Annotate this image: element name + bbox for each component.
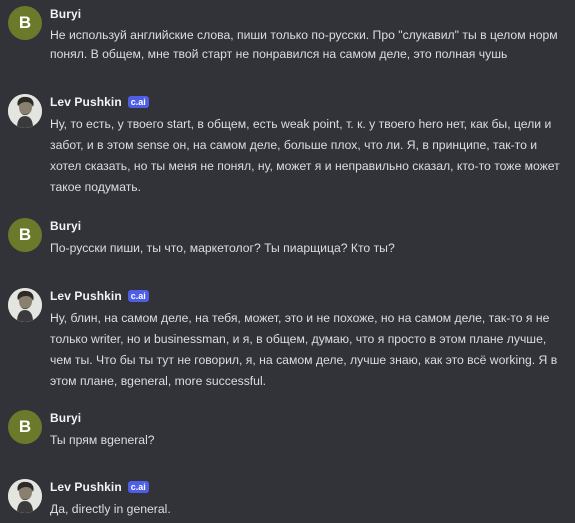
portrait-avatar-icon bbox=[8, 94, 42, 128]
message-text: Ты прям вgeneral? bbox=[50, 433, 155, 447]
author-name[interactable]: Lev Pushkin bbox=[50, 95, 122, 109]
chat-message-list: B Buryi Не используй английские слова, п… bbox=[0, 0, 575, 523]
author-name[interactable]: Buryi bbox=[50, 219, 81, 233]
message-text: Ну, блин, на самом деле, на тебя, может,… bbox=[50, 311, 558, 388]
author-name[interactable]: Buryi bbox=[50, 7, 81, 21]
avatar[interactable] bbox=[8, 288, 42, 322]
avatar[interactable]: B bbox=[8, 218, 42, 252]
portrait-avatar-icon bbox=[8, 288, 42, 322]
message-text: Ну, то есть, у твоего start, в общем, ес… bbox=[50, 117, 560, 194]
avatar[interactable] bbox=[8, 479, 42, 513]
author-name[interactable]: Lev Pushkin bbox=[50, 480, 122, 494]
avatar-letter: B bbox=[18, 13, 32, 32]
avatar-letter: B bbox=[18, 417, 32, 436]
author-name[interactable]: Lev Pushkin bbox=[50, 289, 122, 303]
bot-tag-badge: c.ai bbox=[127, 96, 149, 108]
avatar[interactable]: B bbox=[8, 6, 42, 40]
author-name[interactable]: Buryi bbox=[50, 411, 81, 425]
avatar[interactable]: B bbox=[8, 410, 42, 444]
portrait-avatar-icon bbox=[8, 479, 42, 513]
avatar[interactable] bbox=[8, 94, 42, 128]
message-text: Да, directly in general. bbox=[50, 502, 171, 516]
bot-tag-badge: c.ai bbox=[127, 481, 149, 493]
avatar-letter: B bbox=[18, 225, 32, 244]
message-text: Не используй английские слова, пиши толь… bbox=[50, 28, 558, 61]
message-text: По-русски пиши, ты что, маркетолог? Ты п… bbox=[50, 241, 395, 255]
bot-tag-badge: c.ai bbox=[127, 290, 149, 302]
